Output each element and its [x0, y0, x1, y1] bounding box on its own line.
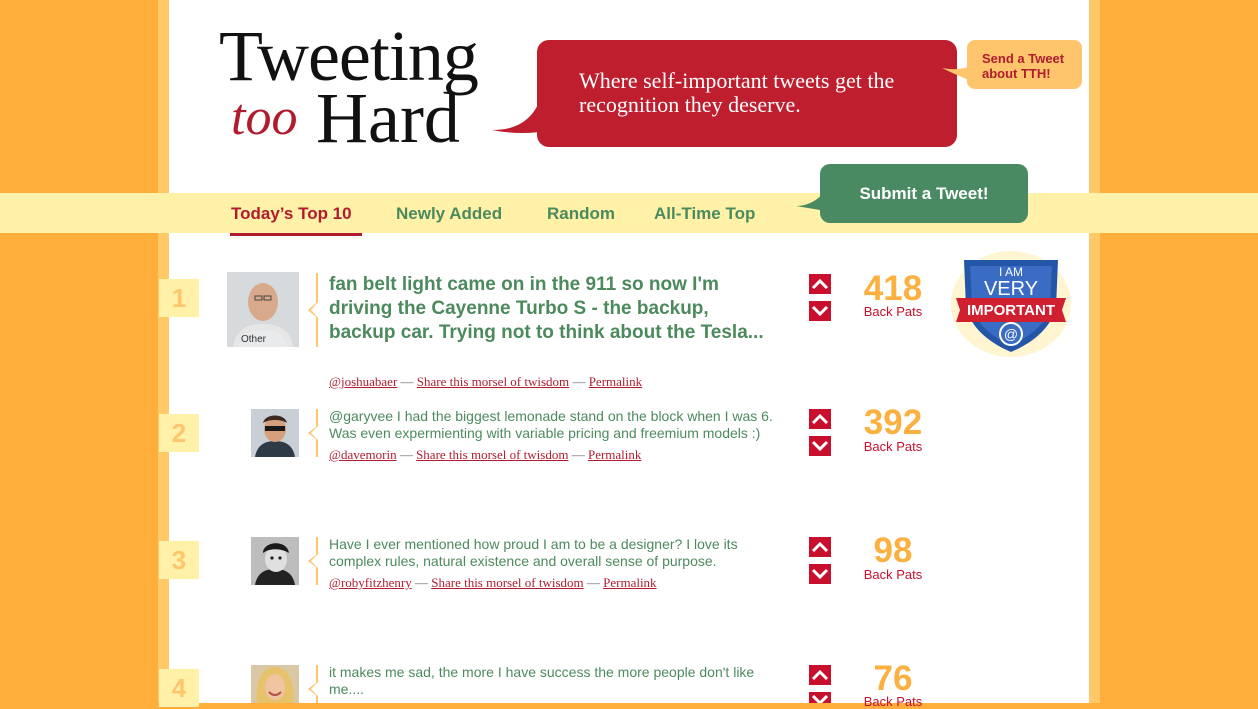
chevron-up-icon: [811, 669, 829, 681]
vote-down-button[interactable]: [809, 301, 831, 321]
permalink-link[interactable]: Permalink: [589, 374, 642, 389]
nav-bar: [0, 193, 1258, 233]
chevron-down-icon: [811, 694, 829, 703]
avatar[interactable]: [251, 665, 299, 703]
share-link[interactable]: Share this morsel of twisdom: [416, 447, 568, 462]
chevron-up-icon: [811, 413, 829, 425]
tagline-text: Where self-important tweets get the reco…: [579, 68, 895, 117]
tweet-author-link[interactable]: @davemorin: [329, 447, 397, 462]
tagline-bubble: Where self-important tweets get the reco…: [537, 40, 957, 147]
rank-number: 1: [159, 279, 199, 317]
rank-number: 4: [159, 669, 199, 707]
svg-text:Other: Other: [241, 334, 267, 345]
meta-separator: —: [414, 575, 428, 590]
vote-up-button[interactable]: [809, 274, 831, 294]
score-label: Back Pats: [863, 304, 923, 319]
meta-separator: —: [572, 374, 586, 389]
avatar[interactable]: Other: [227, 272, 299, 347]
permalink-link[interactable]: Permalink: [588, 447, 641, 462]
share-link[interactable]: Share this morsel of twisdom: [431, 575, 583, 590]
quote-bracket-icon: [308, 409, 318, 457]
nav-random[interactable]: Random: [547, 204, 615, 224]
badge-very: VERY: [984, 278, 1038, 300]
tweet-text: fan belt light came on in the 911 so now…: [329, 274, 764, 343]
chevron-down-icon: [811, 568, 829, 580]
score-label: Back Pats: [863, 694, 923, 709]
submit-tweet-button[interactable]: Submit a Tweet!: [820, 164, 1028, 223]
tweet-meta: @davemorin — Share this morsel of twisdo…: [329, 447, 641, 463]
logo-word-too: too: [231, 89, 298, 146]
meta-separator: —: [399, 447, 413, 462]
avatar[interactable]: [251, 409, 299, 457]
right-stripe: [1089, 0, 1100, 703]
nav-active-underline: [230, 233, 362, 236]
nav-newly-added[interactable]: Newly Added: [396, 204, 502, 224]
score-count: 98: [873, 531, 913, 570]
avatar[interactable]: [251, 537, 299, 585]
chevron-down-icon: [811, 440, 829, 452]
nav-todays-top-10[interactable]: Today’s Top 10: [231, 204, 352, 224]
vote-down-button[interactable]: [809, 692, 831, 703]
tweet-text: @garyvee I had the biggest lemonade stan…: [329, 408, 773, 441]
chevron-down-icon: [811, 305, 829, 317]
badge-at-symbol: @: [1004, 326, 1018, 342]
badge-i-am: I AM: [999, 265, 1023, 279]
meta-separator: —: [586, 575, 600, 590]
permalink-link[interactable]: Permalink: [603, 575, 656, 590]
vote-up-button[interactable]: [809, 537, 831, 557]
chevron-up-icon: [811, 541, 829, 553]
rank-number: 3: [159, 541, 199, 579]
quote-bracket-icon: [308, 665, 318, 703]
share-link[interactable]: Share this morsel of twisdom: [417, 374, 569, 389]
score-count: 76: [873, 659, 913, 698]
chevron-up-icon: [811, 278, 829, 290]
meta-separator: —: [571, 447, 585, 462]
vote-down-button[interactable]: [809, 564, 831, 584]
score-label: Back Pats: [863, 567, 923, 582]
meta-separator: —: [400, 374, 414, 389]
score-count: 418: [863, 269, 923, 308]
quote-bracket-icon: [308, 273, 318, 347]
logo-word-hard: Hard: [316, 78, 460, 158]
badge-important: IMPORTANT: [967, 302, 1055, 319]
tweet-meta: @joshuabaer — Share this morsel of twisd…: [329, 374, 642, 390]
score-count: 392: [863, 403, 923, 442]
very-important-badge-icon: I AM VERY IMPORTANT @: [951, 251, 1071, 357]
tweet-meta: @robyfitzhenry — Share this morsel of tw…: [329, 575, 657, 591]
quote-bracket-icon: [308, 537, 318, 585]
rank-number: 2: [159, 414, 199, 452]
tweet-text: Have I ever mentioned how proud I am to …: [329, 536, 738, 569]
tweet-text: it makes me sad, the more I have success…: [329, 664, 755, 697]
tweet-author-link[interactable]: @joshuabaer: [329, 374, 397, 389]
send-tweet-about-tth-link[interactable]: Send a Tweet about TTH!: [967, 40, 1082, 89]
tweet-author-link[interactable]: @robyfitzhenry: [329, 575, 412, 590]
vote-down-button[interactable]: [809, 436, 831, 456]
vote-up-button[interactable]: [809, 409, 831, 429]
nav-all-time-top[interactable]: All-Time Top: [654, 204, 755, 224]
score-label: Back Pats: [863, 439, 923, 454]
left-stripe: [158, 0, 169, 703]
vote-up-button[interactable]: [809, 665, 831, 685]
